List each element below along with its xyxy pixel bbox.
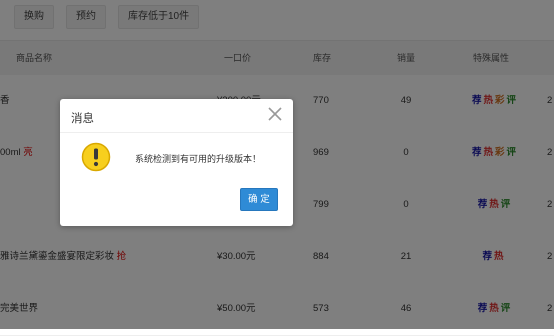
confirm-button[interactable]: 确 定	[240, 188, 278, 211]
message-dialog: 消息 系统检测到有可用的升级版本！ 确 定	[60, 99, 293, 226]
dialog-divider	[60, 132, 293, 133]
warning-icon	[81, 142, 111, 172]
close-icon[interactable]	[267, 106, 283, 122]
dialog-title: 消息	[71, 113, 94, 125]
dialog-message: 系统检测到有可用的升级版本！	[135, 154, 262, 164]
